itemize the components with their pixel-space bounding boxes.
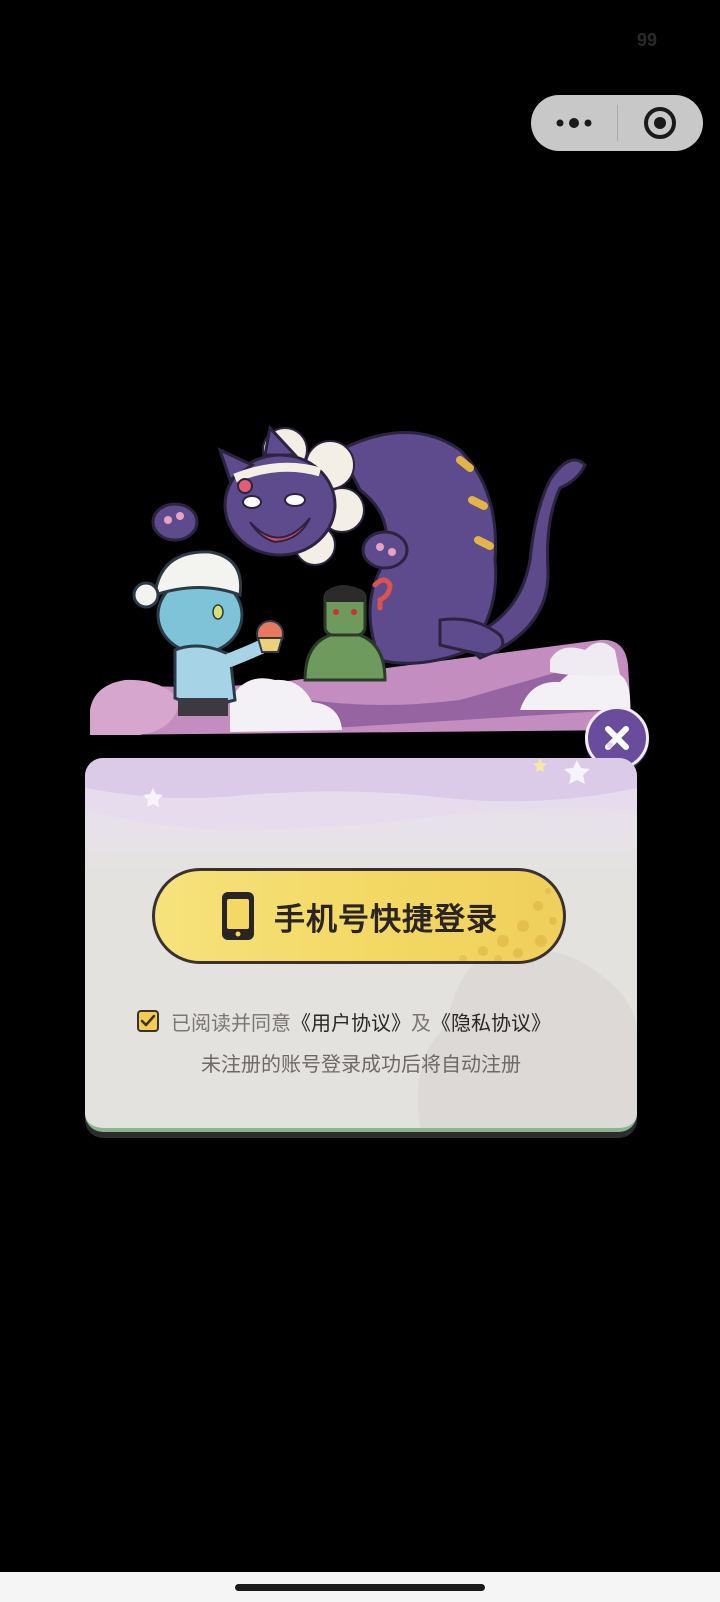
agreement-row: 已阅读并同意 《用户协议》 及 《隐私协议》 <box>137 1006 597 1036</box>
exit-mini-program-button[interactable] <box>618 95 704 151</box>
checkmark-icon <box>140 1014 156 1027</box>
smartphone-icon <box>220 890 256 942</box>
agreement-prefix: 已阅读并同意 <box>171 1010 291 1035</box>
auto-register-note: 未注册的账号登录成功后将自动注册 <box>201 1052 521 1076</box>
more-button[interactable] <box>531 95 617 151</box>
close-x-icon <box>605 726 629 750</box>
privacy-agreement-link[interactable]: 《隐私协议》 <box>431 1007 551 1036</box>
phone-quick-login-button[interactable]: 手机号快捷登录 <box>152 868 566 964</box>
login-modal: 手机号快捷登录 已阅读并同意 《用户协议》 及 《隐私协议》 未注册的账号登录成… <box>85 758 637 1132</box>
target-circle-icon <box>644 107 677 139</box>
cartoon-illustration <box>90 424 632 735</box>
status-number: 99 <box>636 30 658 50</box>
agreement-checkbox[interactable] <box>137 1010 159 1032</box>
user-agreement-link[interactable]: 《用户协议》 <box>291 1007 411 1036</box>
home-indicator[interactable] <box>235 1584 485 1591</box>
login-button-label: 手机号快捷登录 <box>274 901 498 938</box>
mini-program-capsule <box>531 95 703 151</box>
agreement-conjunction: 及 <box>411 1010 431 1035</box>
more-dots-icon <box>556 118 592 128</box>
